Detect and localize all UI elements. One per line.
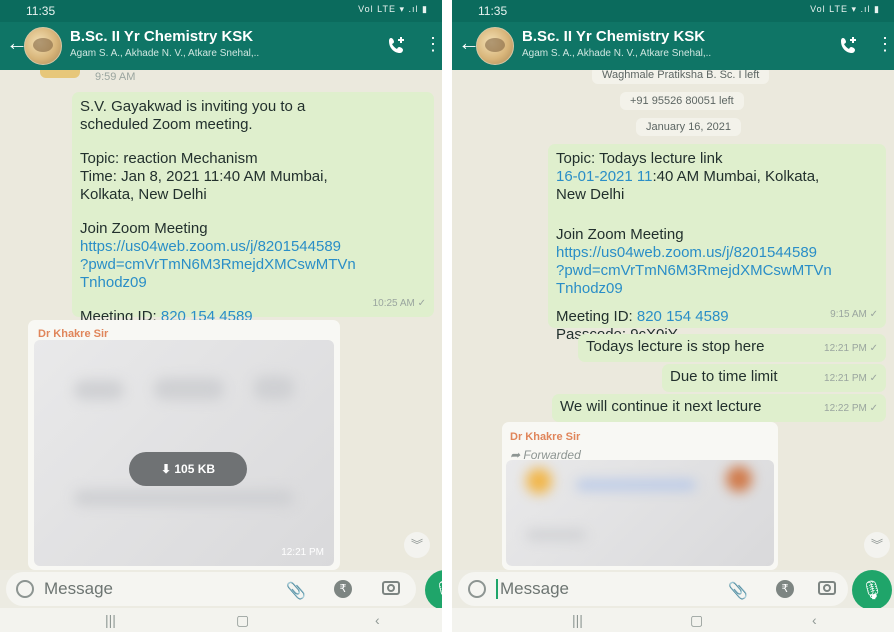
message-line: S.V. Gayakwad is inviting you to a <box>80 98 306 115</box>
zoom-link-part[interactable]: https://us04web.zoom.us/j/8201544589 <box>80 238 426 256</box>
zoom-invite-message[interactable]: S.V. Gayakwad is inviting you to a sched… <box>72 92 434 343</box>
message-text: We will continue it next lecture <box>560 398 762 415</box>
date-link[interactable]: 16-01-2021 11 <box>556 168 652 185</box>
message-input[interactable]: Message 📎 ₹ <box>458 572 848 606</box>
chat-subtitle[interactable]: Agam S. A., Akhade N. V., Atkare Snehal,… <box>522 48 752 59</box>
nav-back-icon[interactable]: ‹ <box>812 612 817 628</box>
message-input[interactable]: Message 📎 ₹ <box>6 572 416 606</box>
system-message: Waghmale Pratiksha B. Sc. I left <box>592 70 770 84</box>
zoom-link-part[interactable]: https://us04web.zoom.us/j/8201544589 <box>556 244 878 262</box>
chat-header: ← B.Sc. II Yr Chemistry KSK Agam S. A., … <box>452 22 894 70</box>
message-placeholder: Message <box>496 579 569 599</box>
composer-bar: Message 📎 ₹ 🎙 <box>0 570 442 610</box>
recent-apps-icon[interactable]: ||| <box>572 612 583 628</box>
sender-name: Dr Khakre Sir <box>510 431 581 443</box>
message-time-line: 16-01-2021 11:40 AM Mumbai, Kolkata, <box>556 168 878 186</box>
add-call-icon[interactable] <box>838 34 860 56</box>
emoji-icon[interactable] <box>16 580 34 598</box>
message-list[interactable]: 9:59 AM S.V. Gayakwad is inviting you to… <box>0 70 442 570</box>
nav-bar: ||| ▢ ‹ <box>452 608 894 632</box>
scroll-down-icon[interactable]: ︾ <box>864 532 890 558</box>
message-time-line: Time: Jan 8, 2021 11:40 AM Mumbai, <box>80 168 328 185</box>
status-icons: Vol LTE ▾ .ıl ▮ <box>358 4 428 14</box>
composer-bar: Message 📎 ₹ 🎙 <box>452 570 894 610</box>
mic-button[interactable]: 🎙 <box>852 570 892 610</box>
home-icon[interactable]: ▢ <box>236 612 249 629</box>
attach-icon[interactable]: 📎 <box>728 581 748 601</box>
message-time-line: New Delhi <box>556 186 625 203</box>
text-message[interactable]: We will continue it next lecture 12:22 P… <box>552 394 886 422</box>
payment-icon[interactable]: ₹ <box>334 580 352 598</box>
phone-screen-right: 11:35 Vol LTE ▾ .ıl ▮ ← B.Sc. II Yr Chem… <box>452 0 894 632</box>
image-divider <box>442 0 452 632</box>
meeting-id-link[interactable]: 820 154 4589 <box>637 308 729 325</box>
more-options-icon[interactable]: ⋮ <box>876 34 894 56</box>
message-timestamp: 10:25 AM ✓ <box>372 298 426 309</box>
message-text: Due to time limit <box>670 368 778 385</box>
phone-screen-left: 11:35 Vol LTE ▾ .ıl ▮ ← B.Sc. II Yr Chem… <box>0 0 442 632</box>
group-avatar[interactable] <box>476 27 514 65</box>
text-message[interactable]: Todays lecture is stop here 12:21 PM ✓ <box>578 334 886 362</box>
chat-subtitle[interactable]: Agam S. A., Akhade N. V., Atkare Snehal,… <box>70 48 300 59</box>
media-timestamp: 12:21 PM <box>281 547 324 558</box>
forwarded-media-message[interactable]: Dr Khakre Sir ➦ Forwarded <box>502 422 778 570</box>
chat-header: ← B.Sc. II Yr Chemistry KSK Agam S. A., … <box>0 22 442 70</box>
media-message[interactable]: Dr Khakre Sir ⬇ 105 KB 12:21 PM <box>28 320 340 570</box>
payment-icon[interactable]: ₹ <box>776 580 794 598</box>
zoom-link[interactable]: https://us04web.zoom.us/j/8201544589 ?pw… <box>80 238 426 292</box>
message-time: 9:59 AM <box>95 71 136 83</box>
date-chip: January 16, 2021 <box>636 118 742 136</box>
group-avatar[interactable] <box>24 27 62 65</box>
blurred-image-preview[interactable] <box>506 460 774 566</box>
chat-title[interactable]: B.Sc. II Yr Chemistry KSK <box>522 28 705 45</box>
message-timestamp: 12:22 PM ✓ <box>824 403 878 414</box>
download-button[interactable]: ⬇ 105 KB <box>129 452 247 486</box>
text-message[interactable]: Due to time limit 12:21 PM ✓ <box>662 364 886 392</box>
nav-back-icon[interactable]: ‹ <box>375 612 380 628</box>
sticker-partial <box>40 70 80 78</box>
message-placeholder: Message <box>44 579 113 598</box>
join-zoom-label: Join Zoom Meeting <box>556 226 684 243</box>
message-topic: Topic: reaction Mechanism <box>80 150 258 167</box>
download-size: 105 KB <box>174 462 216 476</box>
home-icon[interactable]: ▢ <box>690 612 703 629</box>
status-bar: 11:35 Vol LTE ▾ .ıl ▮ <box>452 0 894 22</box>
zoom-link-part[interactable]: Tnhodz09 <box>80 274 426 292</box>
time-text: :40 AM Mumbai, Kolkata, <box>652 168 820 185</box>
zoom-link[interactable]: https://us04web.zoom.us/j/8201544589 ?pw… <box>556 244 878 298</box>
message-timestamp: 12:21 PM ✓ <box>824 373 878 384</box>
status-bar: 11:35 Vol LTE ▾ .ıl ▮ <box>0 0 442 22</box>
message-timestamp: 12:21 PM ✓ <box>824 343 878 354</box>
more-options-icon[interactable]: ⋮ <box>424 34 442 56</box>
zoom-link-part[interactable]: ?pwd=cmVrTmN6M3RmejdXMCswMTVn <box>80 256 426 274</box>
chat-title[interactable]: B.Sc. II Yr Chemistry KSK <box>70 28 253 45</box>
message-list[interactable]: Waghmale Pratiksha B. Sc. I left +91 955… <box>452 70 894 570</box>
status-icons: Vol LTE ▾ .ıl ▮ <box>810 4 880 14</box>
join-zoom-label: Join Zoom Meeting <box>80 220 208 237</box>
zoom-link-part[interactable]: ?pwd=cmVrTmN6M3RmejdXMCswMTVn <box>556 262 878 280</box>
recent-apps-icon[interactable]: ||| <box>105 612 116 628</box>
attach-icon[interactable]: 📎 <box>286 581 306 601</box>
meeting-id-label: Meeting ID: <box>556 308 637 325</box>
message-line: scheduled Zoom meeting. <box>80 116 253 133</box>
message-text: Todays lecture is stop here <box>586 338 765 355</box>
scroll-down-icon[interactable]: ︾ <box>404 532 430 558</box>
emoji-icon[interactable] <box>468 580 486 598</box>
add-call-icon[interactable] <box>386 34 408 56</box>
message-topic: Topic: Todays lecture link <box>556 150 723 167</box>
blurred-image-preview[interactable]: ⬇ 105 KB 12:21 PM <box>34 340 334 566</box>
message-time-line: Kolkata, New Delhi <box>80 186 207 203</box>
status-time: 11:35 <box>26 4 56 18</box>
status-time: 11:35 <box>478 4 508 18</box>
zoom-invite-message[interactable]: Topic: Todays lecture link 16-01-2021 11… <box>548 144 886 343</box>
camera-icon[interactable] <box>382 581 400 595</box>
system-message: +91 95526 80051 left <box>620 92 744 110</box>
nav-bar: ||| ▢ ‹ <box>0 608 442 632</box>
zoom-link-part[interactable]: Tnhodz09 <box>556 280 878 298</box>
mic-button[interactable]: 🎙 <box>425 570 442 610</box>
camera-icon[interactable] <box>818 581 836 595</box>
message-timestamp: 9:15 AM ✓ <box>830 309 878 320</box>
